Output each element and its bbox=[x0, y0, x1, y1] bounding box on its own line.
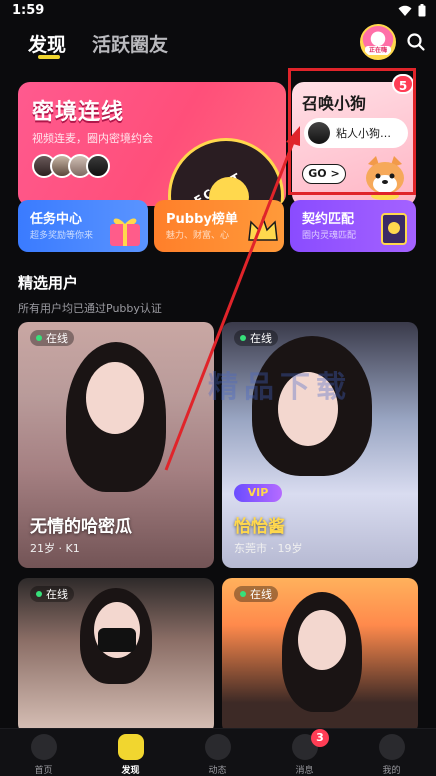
feed-icon bbox=[205, 734, 231, 760]
status-bar: 1:59 bbox=[0, 0, 436, 22]
nav-home[interactable]: 首页 bbox=[0, 729, 87, 776]
nav-label: 发现 bbox=[121, 766, 140, 776]
avatar bbox=[86, 154, 110, 178]
system-icons bbox=[398, 4, 426, 17]
profile-avatar[interactable]: 正在嗨 bbox=[360, 24, 396, 60]
card-title: 任务中心 bbox=[30, 212, 83, 227]
user-meta: 21岁 · K1 bbox=[30, 542, 80, 555]
annotation-highlight-box bbox=[288, 68, 416, 195]
user-card[interactable]: 在线 bbox=[222, 578, 418, 734]
card-title: 契约匹配 bbox=[302, 212, 355, 227]
star-icon bbox=[118, 734, 144, 760]
nav-profile[interactable]: 我的 bbox=[348, 729, 435, 776]
nav-label: 动态 bbox=[208, 766, 227, 776]
avatar-stack bbox=[32, 154, 110, 178]
user-meta: 东莞市 · 19岁 bbox=[234, 542, 303, 555]
home-icon bbox=[31, 734, 57, 760]
nav-feed[interactable]: 动态 bbox=[174, 729, 261, 776]
nav-label: 消息 bbox=[295, 766, 314, 776]
crown-icon bbox=[248, 215, 278, 241]
secret-badge-graphic: SECRET REA bbox=[168, 138, 284, 206]
pubby-ranking-card[interactable]: Pubby榜单 魅力、财富、心 bbox=[154, 200, 284, 252]
section-title: 精选用户 bbox=[18, 274, 79, 292]
contract-icon bbox=[381, 213, 407, 245]
nav-messages[interactable]: 3 消息 bbox=[261, 729, 348, 776]
watermark: 精品下载 bbox=[208, 370, 352, 405]
nav-label: 首页 bbox=[34, 766, 53, 776]
user-card[interactable]: 在线 VIP 怡怡酱 东莞市 · 19岁 bbox=[222, 322, 418, 568]
user-card[interactable]: 在线 bbox=[18, 578, 214, 734]
secret-connect-banner[interactable]: 密境连线 视频连麦，圈内密境约会 SECRET REA bbox=[18, 82, 286, 206]
banner-title: 密境连线 bbox=[32, 100, 125, 125]
nav-discover[interactable]: 发现 bbox=[87, 729, 174, 776]
card-subtitle: 魅力、财富、心 bbox=[166, 231, 230, 241]
avatar-tag: 正在嗨 bbox=[365, 46, 391, 55]
search-icon[interactable] bbox=[406, 32, 426, 52]
user-name: 怡怡酱 bbox=[234, 517, 285, 537]
face-mask bbox=[98, 628, 136, 652]
online-status-badge: 在线 bbox=[30, 586, 74, 602]
task-center-card[interactable]: 任务中心 超多奖励等你来 bbox=[18, 200, 148, 252]
message-count-badge: 3 bbox=[311, 729, 329, 747]
section-subtitle: 所有用户均已通过Pubby认证 bbox=[18, 302, 162, 315]
card-title: Pubby榜单 bbox=[166, 212, 238, 227]
online-status-badge: 在线 bbox=[234, 586, 278, 602]
card-subtitle: 圈内灵魂匹配 bbox=[302, 231, 357, 241]
status-time: 1:59 bbox=[12, 3, 45, 18]
wifi-icon bbox=[398, 5, 412, 16]
gift-icon bbox=[110, 218, 140, 246]
top-nav: 发现 活跃圈友 正在嗨 bbox=[0, 24, 436, 64]
nav-label: 我的 bbox=[382, 766, 401, 776]
tab-discover[interactable]: 发现 bbox=[28, 30, 66, 57]
user-card[interactable]: 在线 无情的哈密瓜 21岁 · K1 bbox=[18, 322, 214, 568]
online-status-badge: 在线 bbox=[234, 330, 278, 346]
battery-icon bbox=[418, 4, 426, 17]
online-status-badge: 在线 bbox=[30, 330, 74, 346]
vip-badge: VIP bbox=[234, 484, 282, 502]
profile-icon bbox=[379, 734, 405, 760]
contract-match-card[interactable]: 契约匹配 圈内灵魂匹配 bbox=[290, 200, 416, 252]
tab-active-friends[interactable]: 活跃圈友 bbox=[92, 30, 168, 57]
bottom-nav: 首页 发现 动态 3 消息 我的 bbox=[0, 728, 436, 776]
card-subtitle: 超多奖励等你来 bbox=[30, 231, 94, 241]
banner-subtitle: 视频连麦，圈内密境约会 bbox=[32, 132, 153, 145]
user-name: 无情的哈密瓜 bbox=[30, 517, 132, 537]
active-tab-indicator bbox=[38, 55, 60, 59]
